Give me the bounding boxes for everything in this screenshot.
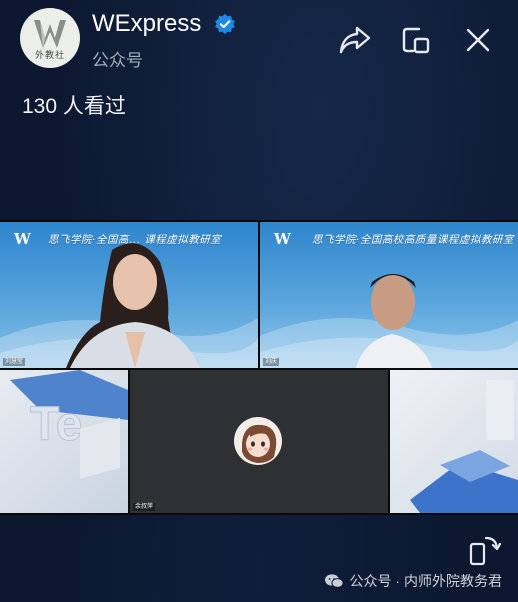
participant-name-tag: 刘慧莹 — [3, 358, 26, 366]
account-type: 公众号 — [92, 51, 143, 70]
watermark: 公众号 · 内师外院教务君 — [324, 571, 502, 591]
close-icon — [466, 28, 490, 52]
video-grid[interactable]: W 思飞学院·全国高... 课程虚拟教研室 刘慧莹 W 思飞学院·全国高校高质量… — [0, 220, 518, 515]
geometric-decoration — [410, 380, 518, 513]
rotate-screen-button[interactable] — [468, 532, 502, 566]
floating-window-button[interactable] — [398, 22, 434, 58]
video-tile-speaker-2[interactable]: W 思飞学院·全国高校高质量课程虚拟教研室 刘庆 — [260, 222, 518, 368]
verified-badge-icon — [215, 14, 235, 34]
shared-screen-left: Te — [0, 370, 128, 513]
share-button[interactable] — [337, 22, 373, 58]
view-count: 130 人看过 — [22, 95, 126, 118]
svg-text:Te: Te — [30, 398, 82, 451]
shared-screen-right — [390, 370, 518, 513]
share-icon — [339, 26, 371, 54]
video-tile-speaker-1[interactable]: W 思飞学院·全国高... 课程虚拟教研室 刘慧莹 — [0, 222, 258, 368]
person-silhouette — [66, 243, 200, 368]
account-avatar[interactable]: 外教社 — [20, 8, 80, 68]
account-name[interactable]: WExpress — [92, 10, 201, 38]
te-logo-decoration: Te — [10, 370, 128, 479]
video-tile-participant-3[interactable]: 余叔萍 — [130, 370, 388, 513]
participant-name-tag: 余叔萍 — [133, 503, 156, 511]
floating-window-icon — [402, 27, 430, 54]
rotate-screen-icon — [469, 536, 502, 566]
participant-name-tag: 刘庆 — [263, 358, 280, 366]
participant-avatar — [234, 417, 282, 465]
person-silhouette — [356, 274, 432, 368]
logo-text: 外教社 — [34, 51, 65, 61]
close-button[interactable] — [460, 22, 496, 58]
cartoon-avatar-icon — [242, 424, 277, 463]
watermark-text: 公众号 · 内师外院教务君 — [349, 573, 502, 589]
wechat-icon — [324, 574, 344, 588]
